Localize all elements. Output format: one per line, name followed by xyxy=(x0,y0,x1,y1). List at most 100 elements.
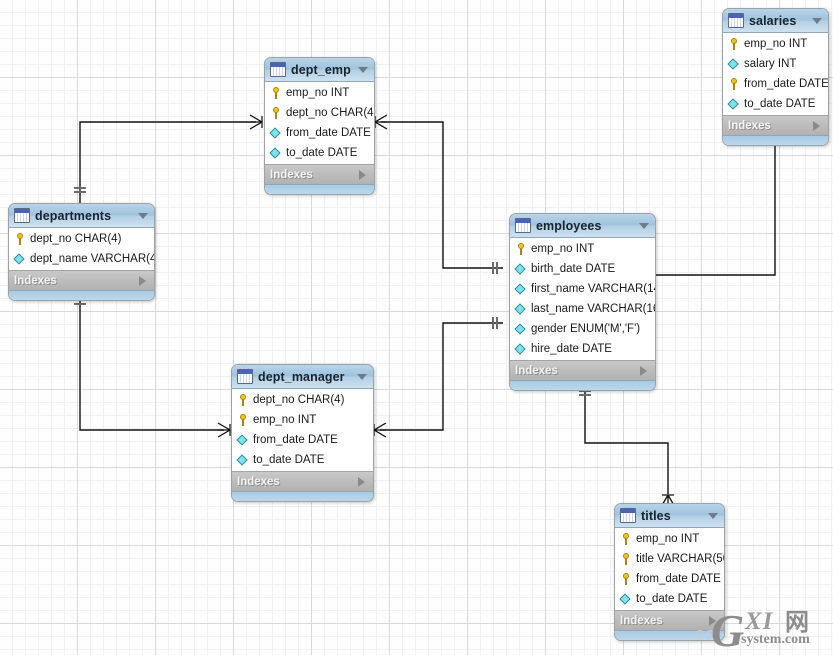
table-dept_emp[interactable]: dept_emp emp_no INT dept_no CHAR(4) from_da… xyxy=(264,57,375,195)
chevron-right-icon[interactable] xyxy=(358,476,365,487)
table-departments[interactable]: departments dept_no CHAR(4) dept_name VARC… xyxy=(8,203,155,301)
watermark-cjk: 网 xyxy=(785,609,809,636)
column-label: emp_no INT xyxy=(531,243,595,255)
column-row[interactable]: to_date DATE xyxy=(232,450,373,470)
table-icon xyxy=(515,218,531,233)
table-icon xyxy=(620,508,636,523)
table-icon xyxy=(14,208,30,223)
table-header-departments[interactable]: departments xyxy=(9,204,154,228)
diamond-icon xyxy=(270,127,282,139)
column-row[interactable]: emp_no INT xyxy=(265,83,374,103)
column-list: dept_no CHAR(4) emp_no INT from_date DATE t… xyxy=(232,389,373,471)
column-row[interactable]: to_date DATE xyxy=(265,143,374,163)
table-title: titles xyxy=(641,508,671,523)
diamond-icon xyxy=(14,253,26,265)
column-row[interactable]: emp_no INT xyxy=(232,410,373,430)
relationship-employees-titles xyxy=(579,381,676,508)
column-label: from_date DATE xyxy=(253,434,338,446)
column-row[interactable]: dept_no CHAR(4) xyxy=(9,229,154,249)
key-icon xyxy=(270,87,282,99)
key-icon xyxy=(515,243,527,255)
table-footer xyxy=(265,184,374,194)
relationship-employees-salaries xyxy=(642,127,783,276)
diamond-icon xyxy=(237,454,249,466)
diamond-icon xyxy=(515,283,527,295)
key-icon xyxy=(620,533,632,545)
indexes-section-employees[interactable]: Indexes xyxy=(510,360,655,380)
table-header-dept_emp[interactable]: dept_emp xyxy=(265,58,374,82)
table-header-salaries[interactable]: salaries xyxy=(723,9,828,33)
diamond-icon xyxy=(515,323,527,335)
column-row[interactable]: from_date DATE xyxy=(723,74,828,94)
table-footer xyxy=(510,380,655,390)
chevron-right-icon[interactable] xyxy=(813,120,820,131)
indexes-section-dept_emp[interactable]: Indexes xyxy=(265,164,374,184)
chevron-down-icon[interactable] xyxy=(812,17,822,24)
column-row[interactable]: to_date DATE xyxy=(615,589,724,609)
indexes-label: Indexes xyxy=(237,475,280,488)
column-row[interactable]: emp_no INT xyxy=(723,34,828,54)
indexes-section-departments[interactable]: Indexes xyxy=(9,270,154,290)
table-header-titles[interactable]: titles xyxy=(615,504,724,528)
column-row[interactable]: from_date DATE xyxy=(265,123,374,143)
chevron-right-icon[interactable] xyxy=(139,275,146,286)
column-label: emp_no INT xyxy=(744,38,808,50)
indexes-section-dept_manager[interactable]: Indexes xyxy=(232,471,373,491)
column-row[interactable]: last_name VARCHAR(16) xyxy=(510,299,655,319)
column-row[interactable]: from_date DATE xyxy=(232,430,373,450)
column-row[interactable]: to_date DATE xyxy=(723,94,828,114)
column-label: to_date DATE xyxy=(253,454,325,466)
column-label: last_name VARCHAR(16) xyxy=(531,303,656,315)
column-list: dept_no CHAR(4) dept_name VARCHAR(40) xyxy=(9,228,154,270)
column-list: emp_no INT salary INT from_date DATE to_dat… xyxy=(723,33,828,115)
column-label: from_date DATE xyxy=(636,573,721,585)
column-row[interactable]: birth_date DATE xyxy=(510,259,655,279)
column-row[interactable]: from_date DATE xyxy=(615,569,724,589)
table-header-dept_manager[interactable]: dept_manager xyxy=(232,365,373,389)
chevron-right-icon[interactable] xyxy=(640,365,647,376)
er-diagram-canvas[interactable]: dept_emp emp_no INT dept_no CHAR(4) from_da… xyxy=(0,0,833,655)
column-label: gender ENUM('M','F') xyxy=(531,323,641,335)
table-salaries[interactable]: salaries emp_no INT salary INT from_date DA… xyxy=(722,8,829,146)
indexes-label: Indexes xyxy=(728,119,771,132)
chevron-down-icon[interactable] xyxy=(357,373,367,380)
table-icon xyxy=(237,369,253,384)
watermark-domain: system.com xyxy=(741,632,810,647)
table-title: dept_emp xyxy=(291,62,351,77)
column-list: emp_no INT dept_no CHAR(4) from_date DATE t… xyxy=(265,82,374,164)
indexes-section-titles[interactable]: Indexes xyxy=(615,610,724,630)
column-row[interactable]: hire_date DATE xyxy=(510,339,655,359)
chevron-down-icon[interactable] xyxy=(708,512,718,519)
table-icon xyxy=(270,62,286,77)
column-label: to_date DATE xyxy=(744,98,816,110)
diamond-icon xyxy=(728,98,740,110)
indexes-label: Indexes xyxy=(14,274,57,287)
indexes-section-salaries[interactable]: Indexes xyxy=(723,115,828,135)
column-row[interactable]: salary INT xyxy=(723,54,828,74)
column-row[interactable]: emp_no INT xyxy=(510,239,655,259)
column-row[interactable]: dept_name VARCHAR(40) xyxy=(9,249,154,269)
key-icon xyxy=(728,78,740,90)
column-row[interactable]: dept_no CHAR(4) xyxy=(232,390,373,410)
column-row[interactable]: first_name VARCHAR(14) xyxy=(510,279,655,299)
indexes-label: Indexes xyxy=(270,168,313,181)
column-row[interactable]: dept_no CHAR(4) xyxy=(265,103,374,123)
table-employees[interactable]: employees emp_no INT birth_date DATE first_… xyxy=(509,213,656,391)
key-icon xyxy=(14,233,26,245)
indexes-label: Indexes xyxy=(515,364,558,377)
chevron-down-icon[interactable] xyxy=(358,66,368,73)
column-row[interactable]: title VARCHAR(50) xyxy=(615,549,724,569)
table-titles[interactable]: titles emp_no INT title VARCHAR(50) from_da… xyxy=(614,503,725,641)
table-footer xyxy=(9,290,154,300)
chevron-down-icon[interactable] xyxy=(639,222,649,229)
table-dept_manager[interactable]: dept_manager dept_no CHAR(4) emp_no INT fro… xyxy=(231,364,374,502)
table-title: salaries xyxy=(749,13,797,28)
column-row[interactable]: gender ENUM('M','F') xyxy=(510,319,655,339)
chevron-right-icon[interactable] xyxy=(359,169,366,180)
column-row[interactable]: emp_no INT xyxy=(615,529,724,549)
chevron-right-icon[interactable] xyxy=(709,615,716,626)
table-title: dept_manager xyxy=(258,369,345,384)
table-header-employees[interactable]: employees xyxy=(510,214,655,238)
table-footer xyxy=(232,491,373,501)
chevron-down-icon[interactable] xyxy=(138,212,148,219)
